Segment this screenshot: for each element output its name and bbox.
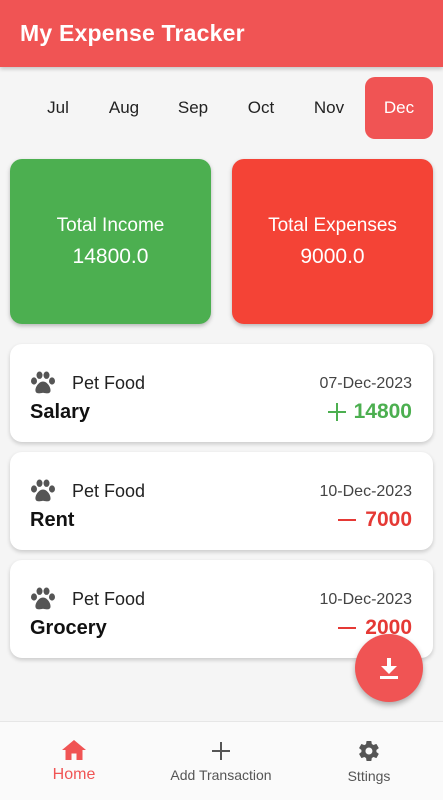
month-tab-dec[interactable]: Dec xyxy=(365,77,433,139)
total-expenses-label: Total Expenses xyxy=(268,214,397,236)
total-income-card: Total Income 14800.0 xyxy=(10,159,211,324)
total-income-value: 14800.0 xyxy=(72,244,149,268)
month-tab-nov[interactable]: Nov xyxy=(299,77,359,139)
transaction-date: 10-Dec-2023 xyxy=(319,591,413,608)
transaction-title: Rent xyxy=(30,509,75,531)
home-icon xyxy=(62,740,86,760)
transaction-category: Pet Food xyxy=(72,481,146,501)
paw-icon xyxy=(31,587,55,610)
transaction-category: Pet Food xyxy=(72,373,146,393)
nav-add-transaction-label: Add Transaction xyxy=(170,767,272,783)
month-tab-jul[interactable]: Jul xyxy=(28,77,88,139)
nav-add-transaction[interactable]: Add Transaction xyxy=(156,722,286,800)
transaction-title: Grocery xyxy=(30,617,107,639)
app-title: My Expense Tracker xyxy=(20,20,245,46)
app-bar: My Expense Tracker xyxy=(0,0,443,67)
minus-sign-icon xyxy=(338,627,357,629)
month-tab-aug[interactable]: Aug xyxy=(94,77,154,139)
total-expenses-value: 9000.0 xyxy=(300,244,365,268)
transaction-card[interactable]: Pet Food 10-Dec-2023 Rent 7000 xyxy=(10,452,433,550)
transaction-card[interactable]: Pet Food 07-Dec-2023 Salary 14800 xyxy=(10,344,433,442)
nav-home-label: Home xyxy=(52,766,96,783)
total-expenses-card: Total Expenses 9000.0 xyxy=(232,159,433,324)
transaction-amount: 7000 xyxy=(338,508,412,532)
transaction-date: 07-Dec-2023 xyxy=(319,375,413,392)
total-income-label: Total Income xyxy=(56,214,165,236)
bottom-navigation: Home Add Transaction Sttings xyxy=(0,721,443,800)
minus-sign-icon xyxy=(338,519,357,521)
paw-icon xyxy=(31,479,55,502)
month-tab-sep[interactable]: Sep xyxy=(163,77,223,139)
download-icon xyxy=(380,658,398,679)
nav-settings-label: Sttings xyxy=(347,768,391,784)
gear-icon xyxy=(359,740,379,762)
plus-icon xyxy=(212,742,230,760)
month-tab-oct[interactable]: Oct xyxy=(231,77,291,139)
transaction-amount: 14800 xyxy=(327,400,412,424)
paw-icon xyxy=(31,371,55,394)
nav-settings[interactable]: Sttings xyxy=(324,722,414,800)
download-button[interactable] xyxy=(355,634,423,702)
nav-home[interactable]: Home xyxy=(24,722,124,800)
transaction-date: 10-Dec-2023 xyxy=(319,483,413,500)
month-selector: Jul Aug Sep Oct Nov Dec xyxy=(0,77,443,139)
transaction-amount-value: 14800 xyxy=(353,400,412,423)
transaction-title: Salary xyxy=(30,401,91,423)
plus-sign-icon xyxy=(327,403,346,421)
transaction-category: Pet Food xyxy=(72,589,146,609)
transaction-amount-value: 7000 xyxy=(365,508,412,531)
